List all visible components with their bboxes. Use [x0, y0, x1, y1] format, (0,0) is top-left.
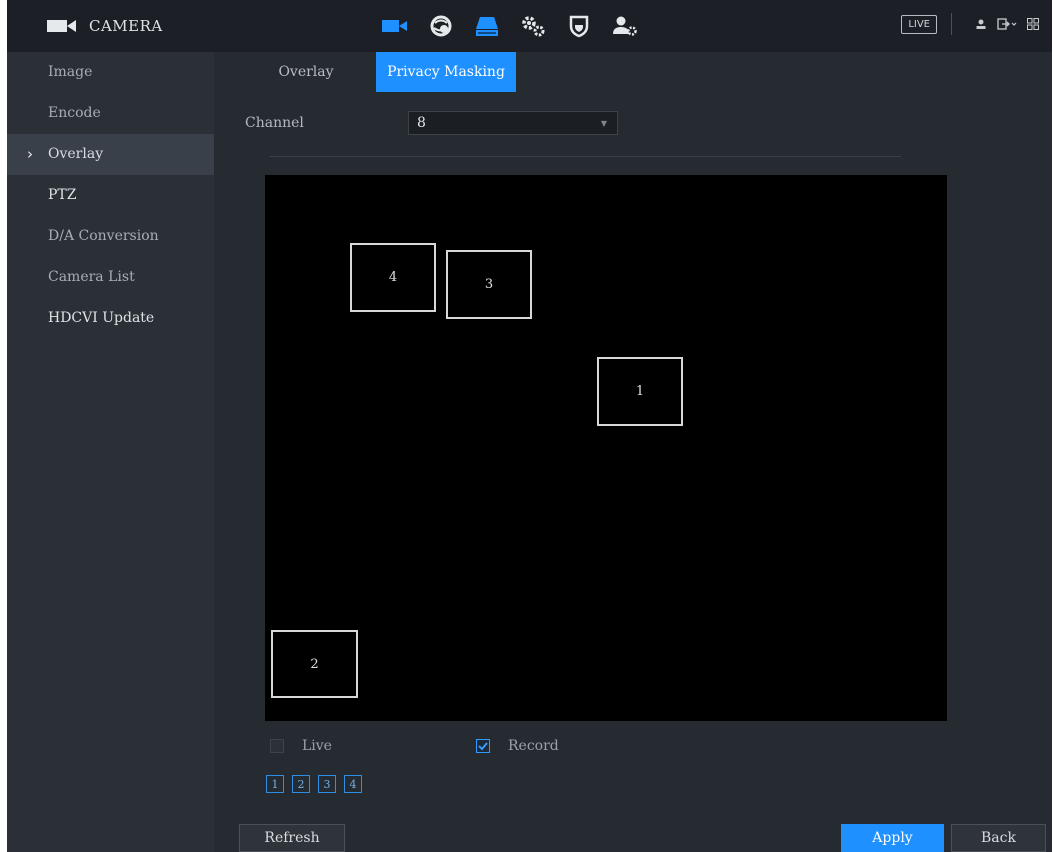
live-button[interactable]: LIVE	[901, 14, 937, 34]
live-checkbox[interactable]	[270, 739, 284, 753]
sidebar-item-camera-list[interactable]: Camera List	[7, 257, 214, 298]
privacy-mask-1[interactable]: 1	[597, 357, 683, 426]
region-selector: 1 2 3 4	[266, 775, 370, 793]
network-nav-icon[interactable]	[423, 8, 458, 44]
channel-label: Channel	[245, 115, 304, 131]
user-icon[interactable]	[970, 13, 992, 35]
video-preview[interactable]: 4 3 1 2	[265, 175, 947, 721]
storage-nav-icon[interactable]	[469, 8, 504, 44]
sidebar-item-label: Overlay	[48, 146, 104, 162]
chevron-right-icon: ›	[27, 145, 33, 163]
camera-nav-icon[interactable]	[377, 8, 412, 44]
channel-row: Channel 8 ▼	[245, 108, 618, 138]
sidebar-item-label: Image	[48, 64, 93, 80]
sidebar-item-da-conversion[interactable]: D/A Conversion	[7, 216, 214, 257]
sidebar: Image Encode › Overlay PTZ D/A Conversio…	[7, 52, 214, 852]
header-divider	[951, 13, 952, 35]
record-option: Record	[476, 734, 559, 758]
privacy-mask-3[interactable]: 3	[446, 250, 532, 319]
logout-icon[interactable]	[996, 13, 1018, 35]
channel-select[interactable]: 8 ▼	[408, 111, 618, 135]
region-button-4[interactable]: 4	[344, 775, 362, 793]
sidebar-item-label: PTZ	[48, 187, 77, 203]
sidebar-item-label: Encode	[48, 105, 101, 121]
mask-label: 4	[388, 270, 398, 285]
tab-privacy-masking[interactable]: Privacy Masking	[376, 52, 516, 92]
sidebar-item-hdcvi-update[interactable]: HDCVI Update	[7, 298, 214, 339]
tab-overlay[interactable]: Overlay	[236, 52, 376, 92]
account-nav-icon[interactable]	[607, 8, 642, 44]
privacy-mask-2[interactable]: 2	[271, 630, 358, 698]
tab-bar: Overlay Privacy Masking	[236, 52, 516, 92]
system-settings-nav-icon[interactable]	[515, 8, 550, 44]
camera-icon	[47, 17, 79, 35]
apply-button[interactable]: Apply	[841, 824, 944, 852]
mask-label: 2	[310, 656, 319, 672]
header-tools: LIVE	[901, 13, 1044, 35]
record-checkbox[interactable]	[476, 739, 490, 753]
sidebar-item-label: Camera List	[48, 269, 135, 285]
sidebar-item-image[interactable]: Image	[7, 52, 214, 93]
mask-label: 1	[635, 384, 645, 399]
sidebar-item-encode[interactable]: Encode	[7, 93, 214, 134]
live-option: Live	[270, 734, 332, 758]
grid-layout-icon[interactable]	[1022, 13, 1044, 35]
sidebar-item-overlay[interactable]: › Overlay	[7, 134, 214, 175]
sidebar-item-ptz[interactable]: PTZ	[7, 175, 214, 216]
record-label: Record	[508, 738, 559, 754]
sidebar-item-label: D/A Conversion	[48, 228, 159, 244]
main-nav	[377, 8, 653, 44]
app-title-group: CAMERA	[47, 0, 163, 52]
sidebar-item-label: HDCVI Update	[48, 310, 155, 326]
live-label: Live	[302, 738, 332, 754]
channel-value: 8	[417, 115, 426, 131]
app-window: CAMERA LIVE Image Encode › Overlay PTZ D…	[7, 0, 1052, 852]
mask-label: 3	[484, 277, 494, 292]
app-title: CAMERA	[89, 17, 163, 35]
region-button-3[interactable]: 3	[318, 775, 336, 793]
chevron-down-icon: ▼	[600, 118, 607, 128]
back-button[interactable]: Back	[951, 824, 1046, 852]
privacy-mask-4[interactable]: 4	[350, 243, 436, 312]
region-button-2[interactable]: 2	[292, 775, 310, 793]
main-panel: Overlay Privacy Masking Channel 8 ▼ 4 3 …	[214, 52, 1052, 852]
refresh-button[interactable]: Refresh	[239, 824, 345, 852]
checkmark-icon	[478, 742, 488, 751]
region-button-1[interactable]: 1	[266, 775, 284, 793]
divider	[269, 156, 901, 157]
top-bar: CAMERA LIVE	[7, 0, 1052, 53]
security-nav-icon[interactable]	[561, 8, 596, 44]
